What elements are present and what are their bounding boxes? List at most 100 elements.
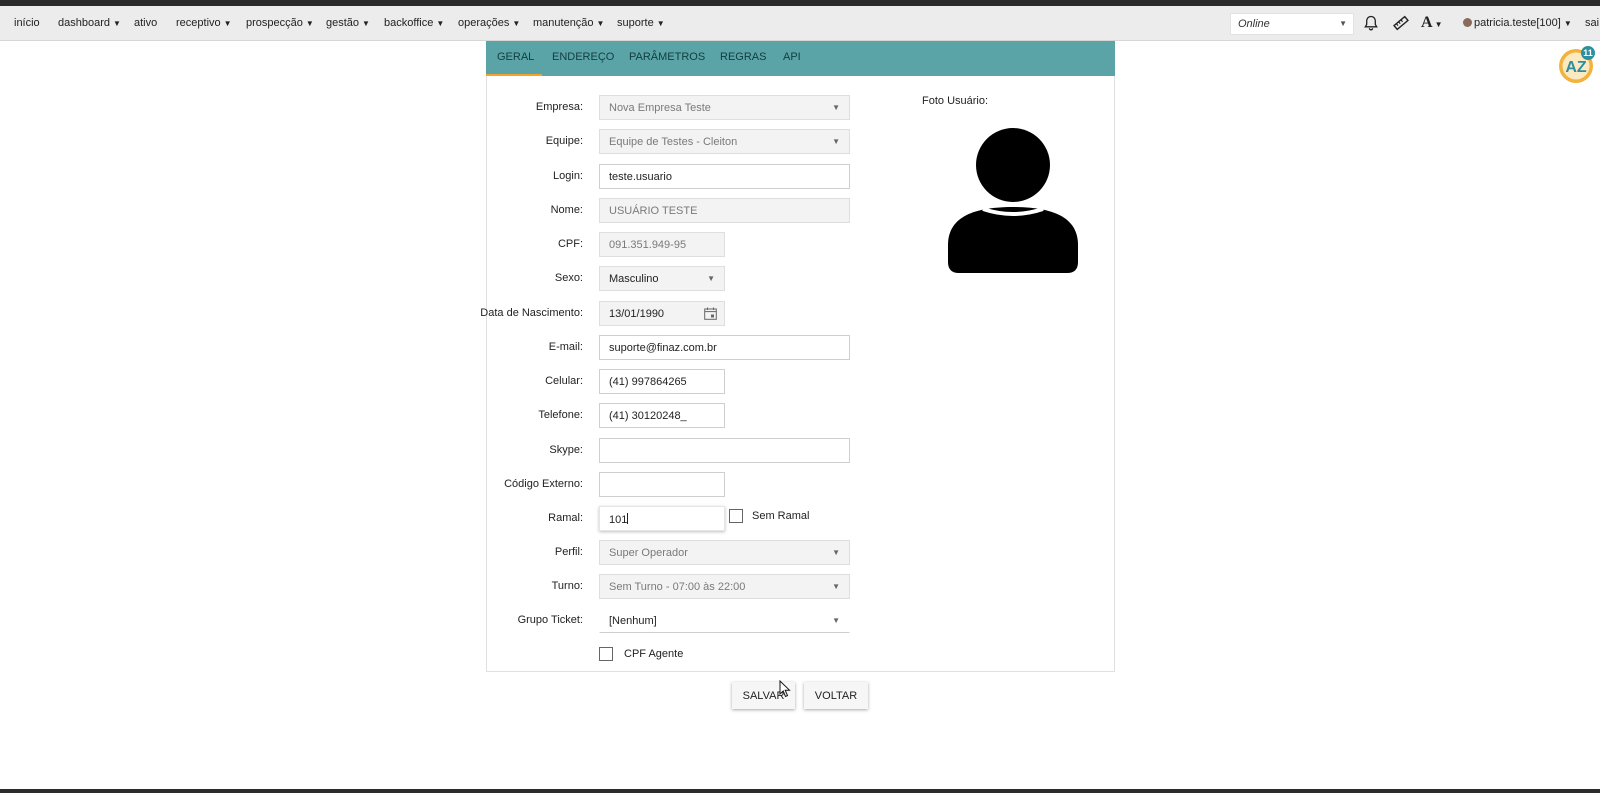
tab-geral[interactable]: GERAL <box>486 41 542 76</box>
back-button[interactable]: VOLTAR <box>804 682 868 709</box>
nav-suporte[interactable]: suporte ▼ <box>617 6 665 40</box>
caret-down-icon: ▼ <box>362 19 370 28</box>
nome-label: Nome: <box>550 204 583 216</box>
logout-link[interactable]: sai <box>1585 6 1599 40</box>
nav-manutencao[interactable]: manutenção ▼ <box>533 6 604 40</box>
chevron-down-icon: ▼ <box>832 548 840 557</box>
nav-operacoes[interactable]: operações ▼ <box>458 6 520 40</box>
caret-down-icon: ▼ <box>596 19 605 28</box>
grupo-ticket-select[interactable]: [Nenhum] ▼ <box>599 608 850 633</box>
login-label: Login: <box>553 170 583 182</box>
caret-down-icon: ▼ <box>656 19 665 28</box>
ramal-input[interactable]: 101 <box>599 506 725 531</box>
sexo-label: Sexo: <box>554 272 583 284</box>
font-size-icon[interactable]: A ▼ <box>1421 14 1445 32</box>
nav-gestao[interactable]: gestão ▼ <box>326 6 370 40</box>
sexo-select[interactable]: Masculino ▼ <box>599 266 725 291</box>
sem-ramal-label: Sem Ramal <box>752 510 810 522</box>
perfil-select[interactable]: Super Operador ▼ <box>599 540 850 565</box>
equipe-value: Equipe de Testes - Cleiton <box>609 136 738 148</box>
equipe-label: Equipe: <box>545 135 583 147</box>
cpf-input[interactable]: 091.351.949-95 <box>599 232 725 257</box>
cpf-value: 091.351.949-95 <box>609 239 687 251</box>
login-value: teste.usuario <box>609 171 672 183</box>
telefone-value: (41) 30120248_ <box>609 410 687 422</box>
photo-label: Foto Usuário: <box>922 95 989 107</box>
caret-down-icon: ▼ <box>223 19 232 28</box>
caret-down-icon: ▼ <box>113 19 121 28</box>
badge-count: 11 <box>1583 48 1593 58</box>
email-value: suporte@finaz.com.br <box>609 342 717 354</box>
user-icon <box>1463 18 1472 27</box>
caret-down-icon: ▼ <box>1563 19 1572 28</box>
az-chat-badge[interactable]: AZ 11 <box>1558 46 1596 84</box>
login-input[interactable]: teste.usuario <box>599 164 850 189</box>
ramal-label: Ramal: <box>548 512 583 524</box>
chevron-down-icon: ▼ <box>1339 19 1347 28</box>
grupo-ticket-value: [Nenhum] <box>609 615 657 627</box>
cpf-agente-label: CPF Agente <box>624 648 684 660</box>
codigo-externo-input[interactable] <box>599 472 725 497</box>
caret-down-icon: ▼ <box>305 19 314 28</box>
empresa-label: Empresa: <box>535 101 583 113</box>
celular-input[interactable]: (41) 997864265 <box>599 369 725 394</box>
bell-icon[interactable] <box>1362 14 1380 32</box>
nav-inicio[interactable]: início <box>14 6 40 40</box>
calendar-icon[interactable] <box>704 307 717 320</box>
status-value: Online <box>1238 18 1270 30</box>
empresa-value: Nova Empresa Teste <box>609 102 711 114</box>
mouse-cursor-icon <box>779 680 791 698</box>
nome-input[interactable]: USUÁRIO TESTE <box>599 198 850 223</box>
nav-prospeccao[interactable]: prospecção ▼ <box>246 6 314 40</box>
equipe-select[interactable]: Equipe de Testes - Cleiton ▼ <box>599 129 850 154</box>
nav-dashboard[interactable]: dashboard ▼ <box>58 6 121 40</box>
text-caret <box>627 513 629 524</box>
user-avatar-icon[interactable] <box>945 127 1081 275</box>
user-name: patricia.teste[100] <box>1474 17 1561 29</box>
email-label: E-mail: <box>548 341 583 353</box>
nascimento-label: Data de Nascimento: <box>480 307 583 319</box>
nascimento-input[interactable]: 13/01/1990 <box>599 301 725 326</box>
skype-label: Skype: <box>549 444 583 456</box>
skype-input[interactable] <box>599 438 850 463</box>
nav-backoffice[interactable]: backoffice ▼ <box>384 6 444 40</box>
chevron-down-icon: ▼ <box>832 103 840 112</box>
chevron-down-icon: ▼ <box>832 582 840 591</box>
window-bottom-strip <box>0 789 1600 793</box>
chevron-down-icon: ▼ <box>832 137 840 146</box>
tab-parametros[interactable]: PARÂMETROS <box>629 41 705 76</box>
nav-receptivo[interactable]: receptivo ▼ <box>176 6 232 40</box>
caret-down-icon: ▼ <box>512 19 521 28</box>
caret-down-icon: ▼ <box>436 19 445 28</box>
ramal-value: 101 <box>609 513 629 526</box>
perfil-value: Super Operador <box>609 547 688 559</box>
cpf-agente-checkbox[interactable] <box>599 647 613 661</box>
turno-label: Turno: <box>551 580 583 592</box>
grupo-ticket-label: Grupo Ticket: <box>517 614 583 626</box>
top-navbar: início dashboard ▼ ativo receptivo ▼ prosp… <box>0 6 1600 41</box>
codigo-externo-label: Código Externo: <box>504 478 583 490</box>
celular-value: (41) 997864265 <box>609 376 687 388</box>
tab-endereco[interactable]: ENDEREÇO <box>552 41 614 76</box>
tab-api[interactable]: API <box>783 41 801 76</box>
chevron-down-icon: ▼ <box>707 274 715 283</box>
turno-value: Sem Turno - 07:00 às 22:00 <box>609 581 746 593</box>
cpf-label: CPF: <box>557 238 583 250</box>
turno-select[interactable]: Sem Turno - 07:00 às 22:00 ▼ <box>599 574 850 599</box>
tab-bar: GERAL ENDEREÇO PARÂMETROS REGRAS API <box>486 41 1115 76</box>
celular-label: Celular: <box>545 375 583 387</box>
nav-ativo[interactable]: ativo <box>134 6 157 40</box>
sexo-value: Masculino <box>609 273 659 285</box>
pencil-ruler-icon[interactable] <box>1392 14 1410 32</box>
empresa-select[interactable]: Nova Empresa Teste ▼ <box>599 95 850 120</box>
user-menu[interactable]: patricia.teste[100] ▼ <box>1463 6 1572 40</box>
badge-text: AZ <box>1565 59 1587 76</box>
telefone-label: Telefone: <box>538 409 583 421</box>
tab-regras[interactable]: REGRAS <box>720 41 766 76</box>
telefone-input[interactable]: (41) 30120248_ <box>599 403 725 428</box>
nome-value: USUÁRIO TESTE <box>609 205 698 217</box>
email-input[interactable]: suporte@finaz.com.br <box>599 335 850 360</box>
sem-ramal-checkbox[interactable] <box>729 509 743 523</box>
perfil-label: Perfil: <box>554 546 583 558</box>
status-select[interactable]: Online ▼ <box>1230 13 1354 35</box>
